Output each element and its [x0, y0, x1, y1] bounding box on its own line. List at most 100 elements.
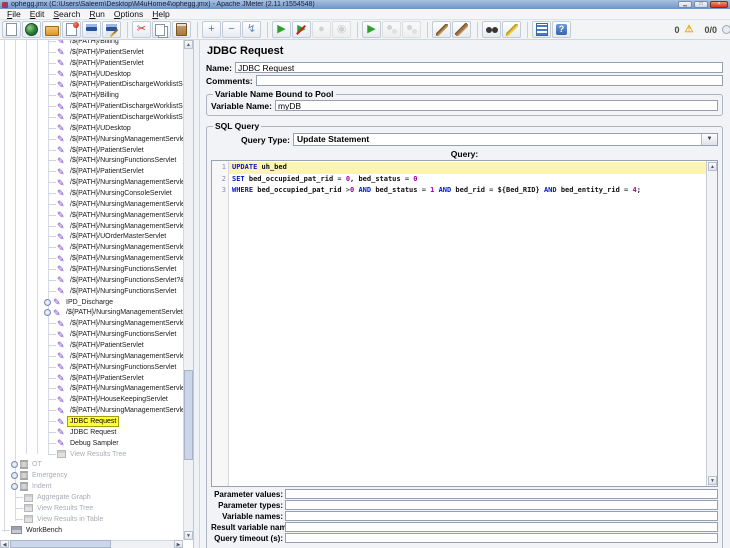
clear-button[interactable]	[432, 21, 451, 38]
close-file-button[interactable]	[62, 21, 81, 38]
scroll-left-icon[interactable]: ◀	[0, 540, 9, 548]
tree-item[interactable]: ✎ /${PATH}/NursingManagementServlet	[0, 199, 183, 210]
paste-button[interactable]	[172, 21, 191, 38]
function-helper-button[interactable]	[532, 21, 551, 38]
query-timeout-s-input[interactable]	[285, 533, 718, 543]
tree-item[interactable]: ✎ /${PATH}/NursingManagementServlet	[0, 405, 183, 416]
start-no-pauses-button[interactable]: ▶	[292, 21, 311, 38]
variable-names-input[interactable]	[285, 511, 718, 521]
expand-all-button[interactable]: +	[202, 21, 221, 38]
scrollbar-thumb[interactable]	[184, 370, 193, 460]
tree-item[interactable]: ✎ /${PATH}/NursingFunctionsServlet	[0, 286, 183, 297]
tree-item[interactable]: ✎ /${PATH}/NursingFunctionsServlet	[0, 329, 183, 340]
help-button[interactable]	[552, 21, 571, 38]
collapse-handle-icon[interactable]	[11, 483, 18, 491]
parameter-values-input[interactable]	[285, 489, 718, 499]
open-folder-button[interactable]	[42, 21, 61, 38]
close-button[interactable]: ×	[710, 1, 728, 8]
start-button[interactable]: ▶	[272, 21, 291, 38]
collapse-handle-icon[interactable]	[44, 309, 51, 317]
tree-item[interactable]: ✎ /${PATH}/NursingManagementServlet	[0, 253, 183, 264]
tree-item[interactable]: ✎ /${PATH}/NursingManagementServlet	[0, 307, 183, 318]
tree-item[interactable]: ✎ /${PATH}/UDesktop	[0, 123, 183, 134]
tree-item[interactable]: ✎ IPD_Discharge	[0, 297, 183, 308]
search-reset-button[interactable]	[502, 21, 521, 38]
tree-item[interactable]: ✎ /${PATH}/NursingManagementServlet	[0, 221, 183, 232]
collapse-all-button[interactable]: −	[222, 21, 241, 38]
tree-item[interactable]: ✎ /${PATH}/NursingFunctionsServlet	[0, 155, 183, 166]
save-as-button[interactable]	[102, 21, 121, 38]
templates-button[interactable]	[22, 21, 41, 38]
tree-item[interactable]: ✎ /${PATH}/PatientServlet	[0, 47, 183, 58]
minimize-button[interactable]: ▁	[678, 1, 692, 8]
variable-name-input[interactable]	[274, 100, 718, 111]
tree-item[interactable]: ✎ /${PATH}/PatientDischargeWorklistServle…	[0, 112, 183, 123]
scrollbar-thumb[interactable]	[10, 540, 111, 548]
tree-item[interactable]: ✎ /${PATH}/NursingManagementServlet	[0, 242, 183, 253]
tree-item[interactable]: Emergency	[0, 470, 183, 481]
save-button[interactable]	[82, 21, 101, 38]
query-type-select[interactable]: Update Statement ▼	[292, 133, 718, 146]
toggle-button[interactable]: ↯	[242, 21, 261, 38]
menu-file[interactable]: File	[3, 9, 25, 19]
tree-item[interactable]: Indent	[0, 481, 183, 492]
tree-item[interactable]: ✎ /${PATH}/NursingFunctionsServlet	[0, 362, 183, 373]
menu-help[interactable]: Help	[148, 9, 173, 19]
remote-start-button[interactable]: ▶	[362, 21, 381, 38]
tree-item[interactable]: ✎ /${PATH}/PatientServlet	[0, 340, 183, 351]
menu-search[interactable]: Search	[49, 9, 84, 19]
shutdown-button[interactable]: ◉	[332, 21, 351, 38]
chevron-down-icon[interactable]: ▼	[701, 134, 717, 145]
scroll-right-icon[interactable]: ▶	[174, 540, 183, 548]
tree-item[interactable]: ✎ /${PATH}/NursingConsoleServlet	[0, 188, 183, 199]
tree-item[interactable]: OT	[0, 460, 183, 471]
tree-item[interactable]: ✎ /${PATH}/NursingManagementServlet	[0, 351, 183, 362]
scroll-up-icon[interactable]: ▲	[708, 162, 717, 171]
tree-item[interactable]: ✎ /${PATH}/PatientServlet	[0, 373, 183, 384]
tree-item[interactable]: ✎ /${PATH}/NursingManagementServlet	[0, 384, 183, 395]
tree-item[interactable]: ✎ /${PATH}/Billing	[0, 40, 183, 47]
menu-run[interactable]: Run	[85, 9, 109, 19]
tree-item[interactable]: ✎ /${PATH}/PatientServlet	[0, 166, 183, 177]
clear-all-button[interactable]	[452, 21, 471, 38]
tree-item[interactable]: ✎ /${PATH}/PatientDischargeWorklistServle…	[0, 101, 183, 112]
editor-vertical-scrollbar[interactable]: ▲ ▼	[706, 161, 717, 486]
editor-code[interactable]: UPDATE uh_bed SET bed_occupied_pat_rid = …	[229, 161, 706, 486]
tree-item[interactable]: ✎ Debug Sampler	[0, 438, 183, 449]
menu-options[interactable]: Options	[110, 9, 147, 19]
tree-item[interactable]: ✎ /${PATH}/NursingManagementServlet	[0, 318, 183, 329]
stop-button[interactable]: ●	[312, 21, 331, 38]
result-variable-name-input[interactable]	[285, 522, 718, 532]
remote-stop-button[interactable]	[402, 21, 421, 38]
tree-item[interactable]: ✎ /${PATH}/NursingFunctionsServlet?&use	[0, 275, 183, 286]
tree-item[interactable]: ✎ /${PATH}/NursingManagementServlet	[0, 210, 183, 221]
copy-button[interactable]	[152, 21, 171, 38]
tree-item[interactable]: ✎ JDBC Request	[0, 416, 183, 427]
tree-item[interactable]: View Results Tree	[0, 449, 183, 460]
tree-item[interactable]: ✎ /${PATH}/UOrderMasterServlet	[0, 231, 183, 242]
collapse-handle-icon[interactable]	[44, 298, 51, 306]
collapse-handle-icon[interactable]	[11, 461, 18, 469]
tree-item[interactable]: ✎ /${PATH}/PatientServlet	[0, 58, 183, 69]
tree-item[interactable]: WorkBench	[0, 525, 183, 536]
new-file-button[interactable]	[2, 21, 21, 38]
tree-item[interactable]: ✎ /${PATH}/UDesktop	[0, 69, 183, 80]
remote-start-all-button[interactable]	[382, 21, 401, 38]
tree-item[interactable]: ✎ /${PATH}/HouseKeepingServlet	[0, 394, 183, 405]
cut-button[interactable]: ✂	[132, 21, 151, 38]
maximize-button[interactable]: □	[694, 1, 708, 8]
tree-item[interactable]: ✎ /${PATH}/NursingManagementServlet	[0, 177, 183, 188]
tree-item[interactable]: ✎ JDBC Request	[0, 427, 183, 438]
tree-item[interactable]: ✎ /${PATH}/NursingFunctionsServlet	[0, 264, 183, 275]
parameter-types-input[interactable]	[285, 500, 718, 510]
scroll-down-icon[interactable]: ▼	[184, 531, 193, 540]
tree-item[interactable]: Aggregate Graph	[0, 492, 183, 503]
tree-item[interactable]: ✎ /${PATH}/PatientServlet	[0, 145, 183, 156]
tree-item[interactable]: View Results in Table	[0, 514, 183, 525]
scroll-up-icon[interactable]: ▲	[184, 40, 193, 49]
tree-horizontal-scrollbar[interactable]: ◀ ▶	[0, 540, 183, 548]
sql-query-editor[interactable]: 123 UPDATE uh_bed SET bed_occupied_pat_ri…	[211, 160, 718, 487]
scroll-down-icon[interactable]: ▼	[708, 476, 717, 485]
collapse-handle-icon[interactable]	[11, 472, 18, 480]
tree-vertical-scrollbar[interactable]: ▲ ▼	[183, 40, 193, 540]
